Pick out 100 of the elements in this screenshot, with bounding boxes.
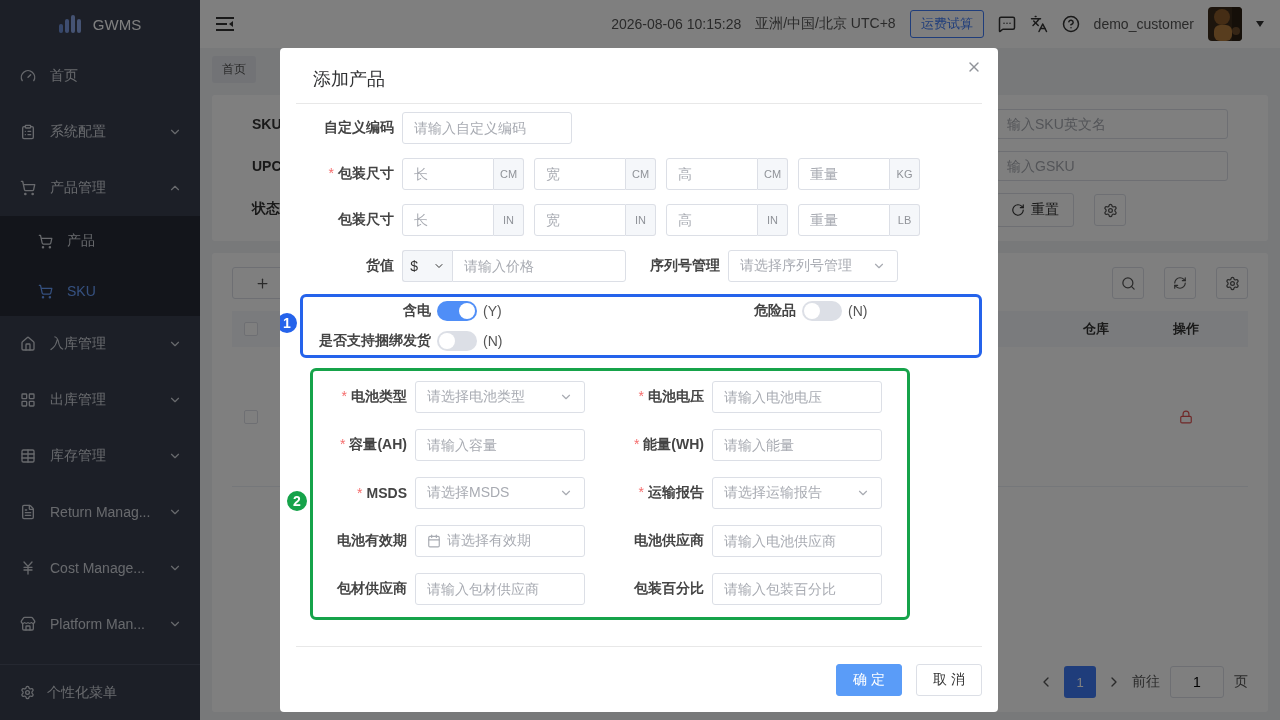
field-label: * 能量(WH) bbox=[632, 436, 704, 454]
timezone-select[interactable]: 亚洲/中国/北京 UTC+8 bbox=[755, 15, 896, 33]
cart-icon bbox=[20, 180, 36, 196]
dimension-input[interactable]: 高 bbox=[666, 204, 758, 236]
table-icon bbox=[20, 448, 36, 464]
required-mark: * bbox=[638, 388, 644, 404]
field-label: 包装尺寸 bbox=[337, 211, 394, 229]
date-field[interactable]: 请选择有效期 bbox=[415, 525, 585, 557]
refresh-button[interactable] bbox=[1164, 267, 1196, 299]
unit-label: IN bbox=[758, 204, 788, 236]
dimension-input[interactable]: 长 bbox=[402, 204, 494, 236]
field-label: 自定义编码 bbox=[323, 119, 394, 137]
field-label: 包材供应商 bbox=[336, 580, 407, 598]
nav-item[interactable]: Platform Man... bbox=[0, 596, 200, 652]
filter-label: 状态 bbox=[252, 199, 281, 218]
switch-label: 含电 bbox=[402, 302, 431, 320]
cancel-button[interactable]: 取 消 bbox=[916, 663, 982, 696]
nav-subitem[interactable]: 产品 bbox=[0, 216, 200, 266]
page-number[interactable]: 1 bbox=[1064, 666, 1096, 698]
required-mark: * bbox=[341, 388, 347, 404]
switch-label: 是否支持捆绑发货 bbox=[318, 332, 431, 350]
house-icon bbox=[20, 336, 36, 352]
lock-icon bbox=[1179, 409, 1193, 424]
reset-button[interactable]: 重置 bbox=[996, 193, 1074, 227]
document-icon bbox=[20, 504, 36, 520]
switch-state: (N) bbox=[848, 303, 868, 319]
column-header: 仓库 bbox=[1082, 320, 1110, 338]
price-input[interactable]: 请输入价格 bbox=[452, 250, 626, 282]
input-field[interactable]: 请输入包材供应商 bbox=[415, 573, 585, 605]
unit-label: CM bbox=[758, 158, 788, 190]
nav-item[interactable]: 产品管理 bbox=[0, 160, 200, 216]
switch-label: 危险品 bbox=[753, 302, 796, 320]
freight-calc-button[interactable]: 运费试算 bbox=[909, 10, 984, 38]
input-field[interactable]: 请输入电池供应商 bbox=[712, 525, 882, 557]
input-field[interactable]: 请输入自定义编码 bbox=[402, 112, 572, 144]
refresh-icon bbox=[1173, 276, 1187, 290]
nav-item[interactable]: Cost Manage... bbox=[0, 540, 200, 596]
settings-icon bbox=[1224, 275, 1240, 291]
nav-item[interactable]: 库存管理 bbox=[0, 428, 200, 484]
settings-icon bbox=[1102, 202, 1118, 218]
dimension-input[interactable]: 重量 bbox=[798, 158, 890, 190]
required-mark: * bbox=[328, 165, 334, 181]
select-field[interactable]: 请选择电池类型 bbox=[415, 381, 585, 413]
plus-icon bbox=[254, 275, 270, 291]
yen-icon bbox=[20, 560, 36, 576]
translate-icon[interactable] bbox=[1029, 15, 1048, 33]
goto-page-input[interactable]: 1 bbox=[1170, 666, 1224, 698]
required-mark: * bbox=[357, 485, 363, 501]
required-mark: * bbox=[633, 436, 640, 452]
currency-select[interactable]: $ bbox=[402, 250, 452, 282]
dimension-input[interactable]: 高 bbox=[666, 158, 758, 190]
required-mark: * bbox=[638, 484, 644, 500]
page-label: 页 bbox=[1234, 673, 1248, 691]
message-icon[interactable] bbox=[997, 15, 1016, 33]
dialog-title: 添加产品 bbox=[312, 68, 385, 91]
dimension-input[interactable]: 宽 bbox=[534, 158, 626, 190]
logo-icon bbox=[58, 15, 81, 33]
page-tab[interactable]: 首页 bbox=[212, 56, 256, 83]
field-label: * 运输报告 bbox=[637, 484, 704, 502]
unit-label: CM bbox=[494, 158, 524, 190]
search-button[interactable] bbox=[1112, 267, 1144, 299]
input-field[interactable]: 请输入包装百分比 bbox=[712, 573, 882, 605]
toggle-switch[interactable] bbox=[802, 301, 842, 321]
select-field[interactable]: 请选择MSDS bbox=[415, 477, 585, 509]
custom-menu-link[interactable]: 个性化菜单 bbox=[0, 664, 200, 720]
nav-item[interactable]: 入库管理 bbox=[0, 316, 200, 372]
confirm-button[interactable]: 确 定 bbox=[836, 663, 903, 696]
unit-label: KG bbox=[890, 158, 920, 190]
field-label: * 电池类型 bbox=[340, 388, 407, 406]
select-field[interactable]: 请选择运输报告 bbox=[712, 477, 882, 509]
field-label: * MSDS bbox=[356, 485, 407, 501]
step-badge: 2 bbox=[285, 489, 309, 513]
input-field[interactable]: 请输入电池电压 bbox=[712, 381, 882, 413]
settings-button[interactable] bbox=[1216, 267, 1248, 299]
nav-item[interactable]: 首页 bbox=[0, 48, 200, 104]
field-label: 电池供应商 bbox=[633, 532, 704, 550]
help-icon[interactable] bbox=[1061, 15, 1080, 33]
toggle-switch[interactable] bbox=[437, 301, 477, 321]
field-label: 包装百分比 bbox=[633, 580, 704, 598]
input-field[interactable]: 请输入容量 bbox=[415, 429, 585, 461]
step-badge: 1 bbox=[280, 311, 299, 335]
nav-item[interactable]: 系统配置 bbox=[0, 104, 200, 160]
nav-subitem[interactable]: SKU bbox=[0, 266, 200, 316]
dimension-input[interactable]: 重量 bbox=[798, 204, 890, 236]
input-field[interactable]: 请输入能量 bbox=[712, 429, 882, 461]
field-label: * 容量(AH) bbox=[339, 436, 407, 454]
switch-state: (Y) bbox=[483, 303, 502, 319]
clipboard-icon bbox=[20, 124, 36, 140]
nav-item[interactable]: 出库管理 bbox=[0, 372, 200, 428]
nav-item[interactable]: Return Manag... bbox=[0, 484, 200, 540]
select-field[interactable]: 请选择序列号管理 bbox=[728, 250, 898, 282]
menu-icon[interactable] bbox=[216, 16, 234, 32]
user-name[interactable]: demo_customer bbox=[1093, 16, 1194, 32]
search-icon bbox=[1120, 275, 1136, 291]
caret-down-icon[interactable] bbox=[1256, 21, 1264, 27]
dimension-input[interactable]: 宽 bbox=[534, 204, 626, 236]
toggle-switch[interactable] bbox=[437, 331, 477, 351]
settings-button[interactable] bbox=[1094, 194, 1126, 226]
dimension-input[interactable]: 长 bbox=[402, 158, 494, 190]
switch-state: (N) bbox=[483, 333, 503, 349]
